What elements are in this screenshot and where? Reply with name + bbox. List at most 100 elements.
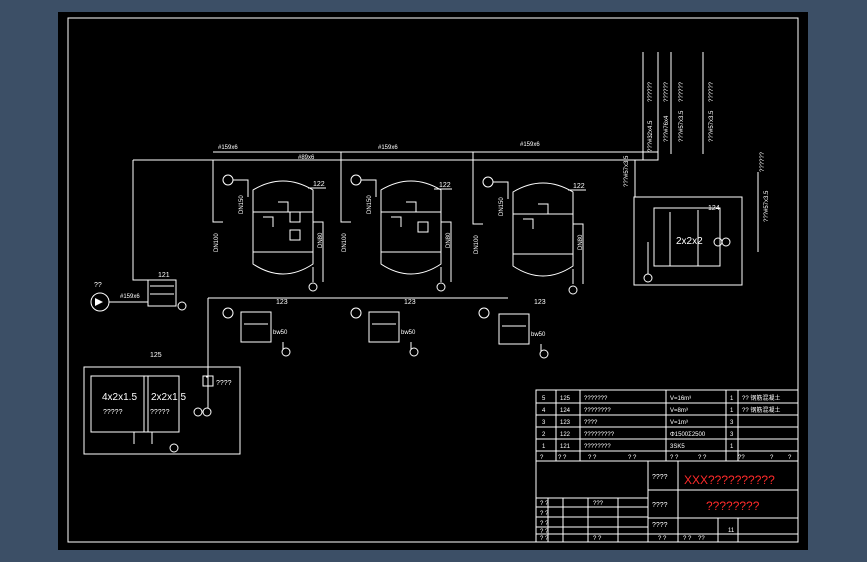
parts-header-cell: ? ? [628, 455, 637, 461]
vertical-pipe-label-2: ?????? [664, 81, 670, 102]
pump-tanks: 123 bw50 123 bw50 123 bw50 [206, 297, 549, 378]
parts-rows: 5 125??????? V=16m³ 1 ?? 钢筋混凝土 4 124???????? V=… [542, 394, 780, 450]
bottom-unit-left-sub: ????? [103, 409, 123, 416]
left-unit-121: ?? #159x6 121 [90, 272, 187, 312]
pump-3-tag: 123 [534, 299, 546, 306]
tank-1: 122 DN100 DN150 DN80 [212, 160, 326, 292]
title-small-cell: ? ? [683, 536, 692, 542]
drawing-sheet: #159x6 #159x6 #159x6 #89x6 ?????? ??????… [58, 12, 808, 550]
parts-row-1-spec: V=16m³ [670, 396, 691, 402]
parts-row-3-qty: 3 [730, 420, 734, 426]
parts-header-cell: ? [770, 455, 774, 461]
parts-row-5-tag: 121 [560, 444, 571, 450]
bottom-unit-right-sub: ????? [150, 409, 170, 416]
parts-row-4-qty: 3 [730, 432, 734, 438]
parts-row-4-no: 2 [542, 432, 546, 438]
cooling-unit-dims: 2x2x2 [676, 236, 703, 247]
title-label-b: ???? [652, 502, 668, 509]
parts-header-cell: ? [788, 455, 792, 461]
bottom-unit-right-dims: 2x2x1.5 [151, 392, 186, 403]
parts-row-5-spec: 3SK5 [670, 444, 685, 450]
right-pipe-label: ?????? [760, 151, 766, 172]
tank-2-dn-left: DN100 [342, 233, 348, 252]
left-riser-pipe [132, 160, 148, 281]
vertical-pipe-spec-2: ???#76x4 [664, 115, 670, 142]
bottom-unit-side-label: ???? [216, 380, 232, 387]
left-arrow-label: ?? [94, 282, 102, 289]
header-crossovers [340, 152, 474, 160]
pump-1-size: bw50 [273, 330, 288, 336]
parts-header-cell: ? ? [558, 455, 567, 461]
tank-1-tag: 122 [313, 181, 325, 188]
parts-row-3-no: 3 [542, 420, 546, 426]
title-small-cell: ? ? [658, 536, 667, 542]
pump-2-tag: 123 [404, 299, 416, 306]
parts-header-cell: ? [540, 455, 544, 461]
title-block: ???? ???? ???? XXX?????????? ???????? 11… [536, 460, 798, 542]
sheet-border [67, 17, 799, 543]
title-small-cell: ? ? [593, 536, 602, 542]
title-small-cell: ?? [698, 536, 705, 542]
process-flow-diagram: #159x6 #159x6 #159x6 #89x6 ?????? ??????… [67, 17, 799, 543]
main-header-pipe [133, 154, 659, 161]
tank-2-dn-mid: DN150 [367, 195, 373, 214]
parts-row-2-tag: 124 [560, 408, 571, 414]
parts-row-5-no: 1 [542, 444, 546, 450]
left-pipe-label: #159x6 [120, 294, 140, 300]
right-pipe-spec: ???#57x3.5 [764, 190, 770, 222]
parts-row-2-no: 4 [542, 408, 546, 414]
tank-1-dn-mid: DN150 [239, 195, 245, 214]
title-small-cell: ? ? [540, 511, 549, 517]
parts-row-2-name: ???????? [584, 408, 611, 414]
parts-row-3-spec: V=1m³ [670, 420, 688, 426]
parts-row-1-name: ??????? [584, 396, 608, 402]
parts-header-cell: ? ? [588, 455, 597, 461]
title-small-cell: ? ? [540, 529, 549, 535]
tank-3-dn-mid: DN150 [499, 197, 505, 216]
drawing-title: XXX?????????? [684, 473, 775, 487]
parts-row-1-note: ?? 钢筋混凝土 [742, 394, 780, 402]
vertical-pipe-spec-3: ???#57x3.5 [679, 110, 685, 142]
parts-header-cell: ? ? [670, 455, 679, 461]
pipe-label-1: #159x6 [218, 145, 238, 151]
parts-header-cell: ?? [738, 455, 745, 461]
title-small-cell: ??? [593, 501, 604, 507]
page-mark: 11 [728, 528, 735, 534]
vertical-pipe-spec-4: ???#57x3.5 [709, 110, 715, 142]
pipe-label-2: #159x6 [378, 145, 398, 151]
vertical-pipe-spec-1: ???#32x4.5 [648, 120, 654, 152]
parts-header-cell: ? ? [698, 455, 707, 461]
parts-row-5-qty: 1 [730, 444, 734, 450]
tank-3-dn-left: DN100 [474, 235, 480, 254]
parts-row-1-tag: 125 [560, 396, 571, 402]
parts-row-1-qty: 1 [730, 396, 734, 402]
pump-2-size: bw50 [401, 330, 416, 336]
parts-row-2-qty: 1 [730, 408, 734, 414]
title-label-c: ???? [652, 522, 668, 529]
title-small-cell: ? ? [540, 501, 549, 507]
bottom-unit-left-dims: 4x2x1.5 [102, 392, 137, 403]
tank-1-dn-left: DN100 [214, 233, 220, 252]
vertical-pipe-label-4: ?????? [709, 81, 715, 102]
left-unit-tag: 121 [158, 272, 170, 279]
parts-row-2-spec: V=8m³ [670, 408, 688, 414]
cooling-unit-tag: 124 [708, 205, 720, 212]
vertical-pipe-label-1: ?????? [648, 81, 654, 102]
title-label-a: ???? [652, 474, 668, 481]
pipe-label-4: #89x6 [298, 155, 315, 161]
pump-3-size: bw50 [531, 332, 546, 338]
vertical-pipe-label-3: ?????? [679, 81, 685, 102]
right-small-spec: ???#57x3.5 [624, 155, 630, 187]
parts-row-4-spec: Φ1500Σ2500 [670, 432, 706, 438]
title-small-cell: ? ? [540, 521, 549, 527]
parts-row-4-name: ????????? [584, 432, 615, 438]
pump-1-tag: 123 [276, 299, 288, 306]
parts-row-2-note: ?? 钢筋混凝土 [742, 406, 780, 414]
bottom-unit-125: 125 4x2x1.5 ????? 2x2x1.5 ????? ???? [83, 352, 241, 455]
title-small-cell: ? ? [540, 536, 549, 542]
tank-3: 122 DN100 DN150 DN80 [472, 160, 586, 295]
tank-2-tag: 122 [439, 182, 451, 189]
parts-row-3-name: ???? [584, 420, 598, 426]
tank-2: 122 DN100 DN150 DN80 [340, 160, 452, 292]
parts-row-3-tag: 123 [560, 420, 571, 426]
